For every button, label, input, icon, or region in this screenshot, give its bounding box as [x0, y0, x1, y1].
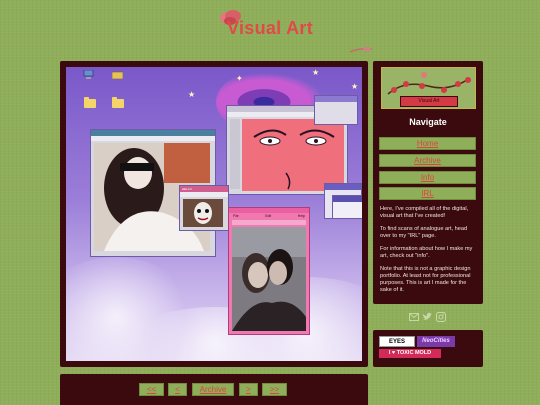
about-paragraph: For information about how I make my art,… [380, 246, 473, 259]
twitter-icon[interactable] [422, 312, 432, 322]
page-title: Visual Art [226, 18, 314, 38]
toxic-mold-badge[interactable]: I ♥ TOXIC MOLD [379, 349, 441, 358]
neocities-badge[interactable]: NeoCities [417, 336, 455, 347]
prev-page-button[interactable]: < [168, 383, 187, 396]
pink-window: File Edit Help [228, 207, 310, 335]
eyes-badge[interactable]: EYES [379, 336, 415, 347]
couple-photo [232, 227, 306, 331]
toxic-mold-badge-label: I ♥ TOXIC MOLD [388, 350, 432, 356]
folder-icon [112, 97, 124, 108]
branch-decoration [350, 47, 372, 53]
small-window: HELLO [179, 185, 229, 231]
star-icon: ★ [188, 90, 196, 99]
eyes-badge-label: EYES [388, 339, 405, 345]
featured-artwork[interactable]: ★ ✦ ★ ★ HELLO File Edit Help [66, 67, 362, 361]
computer-icon [83, 70, 94, 79]
next-page-button[interactable]: > [239, 383, 258, 396]
nav-info-link[interactable]: Info [379, 171, 476, 184]
nav-heading: Navigate [409, 117, 447, 127]
star-icon: ★ [351, 82, 359, 91]
instagram-icon[interactable] [436, 312, 446, 322]
last-page-button[interactable]: >> [262, 383, 287, 396]
star-icon: ★ [312, 68, 320, 77]
mail-icon[interactable] [409, 312, 419, 322]
face-drawing [242, 119, 344, 191]
banner-plate: Visual Art [400, 96, 458, 107]
about-paragraph: Here, I've compiled all of the digital, … [380, 206, 469, 219]
star-icon: ✦ [236, 74, 243, 83]
first-page-button[interactable]: << [139, 383, 164, 396]
stacked-window [332, 195, 362, 219]
sidebar-banner: Visual Art [381, 67, 476, 109]
flower-decoration [387, 72, 471, 95]
nav-archive-link[interactable]: Archive [379, 154, 476, 167]
archive-page-button[interactable]: Archive [192, 383, 234, 396]
about-paragraph: To find scans of analogue art, head over… [380, 226, 468, 239]
nav-irl-link[interactable]: IRL [379, 187, 476, 200]
neocities-badge-label: NeoCities [422, 338, 450, 344]
folder-icon [84, 97, 96, 108]
about-text: Here, I've compiled all of the digital, … [380, 206, 479, 300]
briefcase-icon [112, 71, 123, 79]
about-paragraph: Note that this is not a graphic design p… [380, 266, 471, 293]
nav-home-link[interactable]: Home [379, 137, 476, 150]
dialog-window [314, 95, 358, 125]
clown-photo [183, 199, 223, 227]
